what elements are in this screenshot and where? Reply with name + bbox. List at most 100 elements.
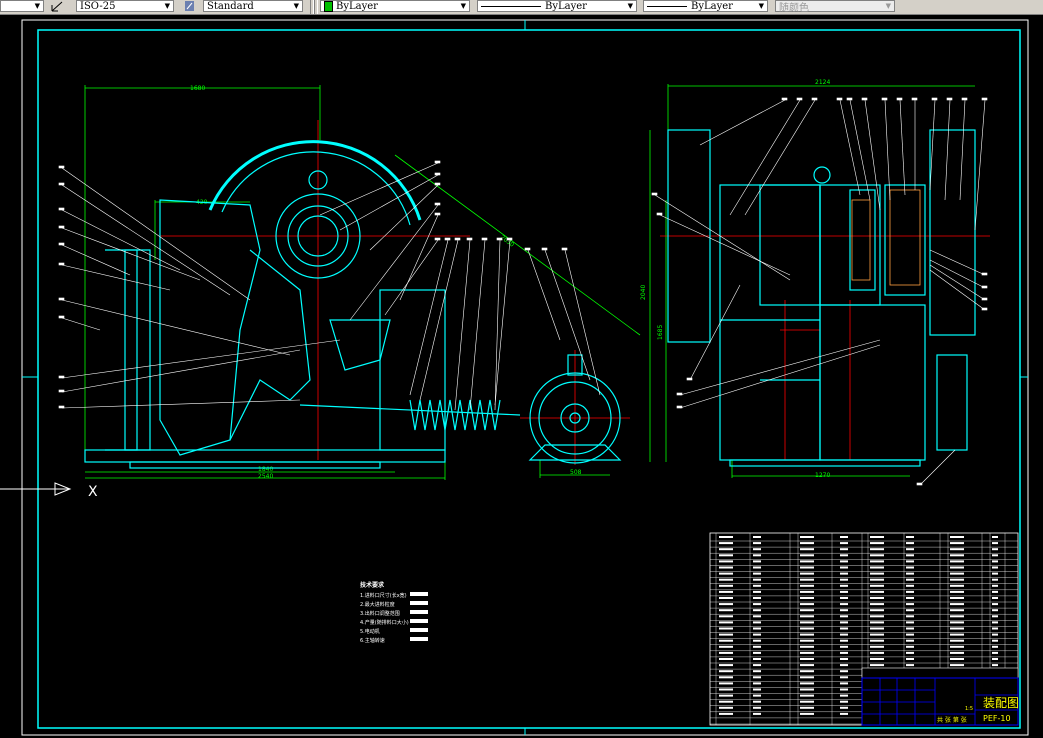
leader-line (929, 259, 986, 289)
parts-cell-text (753, 536, 761, 538)
parts-cell-text (870, 536, 884, 538)
leader-line (369, 184, 439, 251)
parts-cell-text (753, 603, 761, 606)
part-balloon (434, 202, 441, 206)
chevron-down-icon: ▼ (627, 2, 633, 10)
parts-cell-text (800, 639, 814, 642)
text-style-icon[interactable] (183, 0, 197, 12)
parts-cell-text (719, 706, 733, 709)
parts-cell-text (753, 597, 761, 599)
parts-cell-text (992, 615, 998, 618)
color-combo[interactable]: ByLayer ▼ (320, 0, 470, 12)
parts-cell-text (719, 658, 733, 660)
parts-cell-text (906, 597, 914, 599)
leader-line (469, 239, 486, 411)
parts-cell-text (992, 633, 998, 636)
parts-cell-text (906, 548, 914, 551)
parts-cell-text (719, 712, 733, 715)
part-balloon (981, 307, 988, 311)
parts-cell-text (840, 676, 848, 679)
linetype-value: ByLayer (545, 0, 587, 12)
part-balloon (931, 97, 938, 101)
parts-cell-text (840, 658, 848, 660)
plotstyle-value: 随颜色 (779, 2, 809, 14)
part-balloon (58, 207, 65, 211)
color-swatch (324, 0, 333, 12)
parts-cell-text (870, 584, 884, 587)
parts-cell-text (840, 597, 848, 599)
part-balloon (454, 237, 461, 241)
plotstyle-combo: 随颜色 ▼ (775, 0, 895, 14)
parts-cell-text (906, 615, 914, 618)
parts-cell-text (753, 542, 761, 545)
leader-line (61, 299, 291, 356)
parts-cell-text (800, 560, 814, 563)
parts-cell-text (906, 578, 914, 581)
parts-cell-text (992, 554, 998, 557)
parts-cell-text (840, 578, 848, 581)
part-balloon (481, 237, 488, 241)
dimstyle-combo[interactable]: ISO-25 ▼ (76, 0, 174, 12)
part-balloon (811, 97, 818, 101)
parts-cell-text (992, 536, 998, 538)
part-balloon (434, 172, 441, 176)
parts-cell-text (753, 554, 761, 557)
parts-cell-text (906, 560, 914, 563)
textstyle-combo[interactable]: Standard ▼ (203, 0, 303, 12)
parts-cell-text (992, 639, 998, 642)
parts-cell-text (840, 694, 848, 697)
parts-cell-text (840, 627, 848, 630)
leader-line (409, 239, 449, 396)
parts-cell-text (840, 584, 848, 587)
parts-cell-text (950, 584, 964, 587)
parts-cell-text (753, 651, 761, 654)
tech-note-value (410, 592, 428, 596)
parts-cell-text (800, 536, 814, 538)
color-value: ByLayer (336, 0, 378, 12)
part-balloon (981, 297, 988, 301)
linetype-combo[interactable]: ByLayer ▼ (477, 0, 637, 12)
drawing-canvas[interactable]: X 1680 420 1840 2540 508 2030 2124 2040 … (0, 15, 1043, 738)
prev-combo[interactable]: ▼ (0, 0, 44, 12)
parts-cell-text (870, 658, 884, 660)
parts-cell-text (840, 566, 848, 569)
leader-line (61, 209, 181, 271)
parts-cell-text (950, 590, 964, 593)
parts-cell-text (906, 584, 914, 587)
parts-cell-text (950, 578, 964, 581)
drawing-name: 装配图 (983, 696, 1019, 710)
parts-cell-text (719, 536, 733, 538)
leader-line (839, 99, 861, 196)
parts-cell-text (800, 590, 814, 593)
parts-cell-text (950, 597, 964, 599)
parts-cell-text (906, 603, 914, 606)
chevron-down-icon: ▼ (758, 2, 764, 10)
parts-cell-text (753, 712, 761, 715)
leader-line (699, 99, 786, 146)
part-balloon (58, 405, 65, 409)
lineweight-combo[interactable]: ByLayer ▼ (643, 0, 768, 12)
parts-cell-text (800, 651, 814, 654)
parts-cell-text (870, 645, 884, 648)
parts-cell-text (719, 651, 733, 654)
parts-cell-text (950, 651, 964, 654)
parts-cell-text (840, 603, 848, 606)
leader-line (419, 239, 459, 401)
part-balloon (444, 237, 451, 241)
leader-line (899, 99, 906, 196)
dimension-style-icon[interactable] (50, 0, 64, 12)
parts-cell-text (753, 621, 761, 624)
part-balloon (676, 405, 683, 409)
parts-cell-text (753, 700, 761, 703)
parts-cell-text (800, 548, 814, 551)
parts-cell-text (906, 664, 914, 667)
parts-cell-text (906, 536, 914, 538)
leader-line (689, 284, 741, 381)
part-balloon (836, 97, 843, 101)
parts-cell-text (870, 560, 884, 563)
chevron-down-icon: ▼ (34, 2, 40, 10)
parts-cell-text (800, 554, 814, 557)
parts-cell-text (840, 542, 848, 545)
parts-cell-text (840, 664, 848, 667)
part-balloon (58, 182, 65, 186)
